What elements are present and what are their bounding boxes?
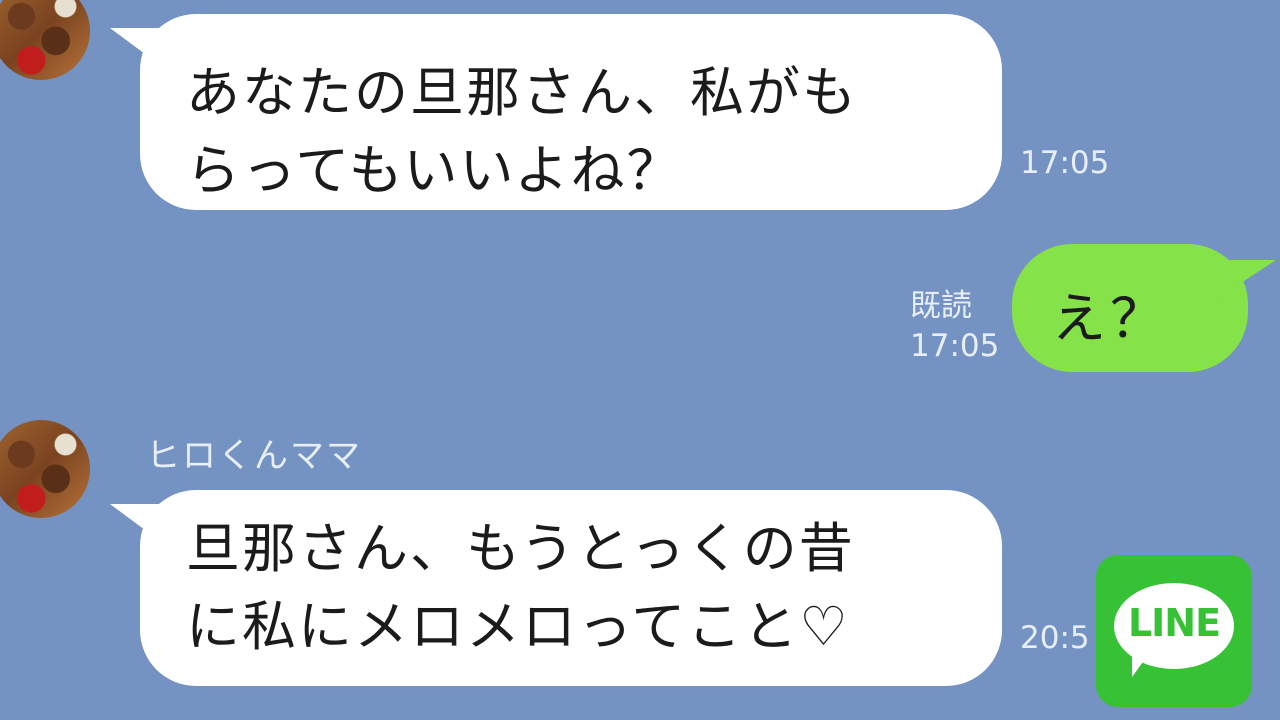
sender-name: ヒロくんママ bbox=[146, 436, 362, 476]
message-timestamp: 20:5 bbox=[1020, 620, 1090, 656]
message-timestamp: 17:05 bbox=[910, 328, 1000, 364]
read-label: 既読 bbox=[910, 288, 972, 324]
incoming-message-bubble[interactable]: 旦那さん、もうとっくの昔 に私にメロメロってこと♡ bbox=[110, 490, 1002, 686]
sender-avatar[interactable] bbox=[0, 420, 90, 518]
message-text: 旦那さん、もうとっくの昔 に私にメロメロってこと♡ bbox=[186, 517, 855, 658]
read-receipt: 既読 17:05 bbox=[910, 286, 999, 366]
bubble-tail bbox=[110, 28, 172, 74]
logo-wordmark: LINE bbox=[1127, 601, 1221, 645]
line-logo-icon: LINE bbox=[1096, 555, 1252, 707]
bubble-tail bbox=[1212, 260, 1276, 302]
message-text: え？ bbox=[1052, 287, 1168, 350]
bubble-tail bbox=[110, 504, 172, 550]
speech-cloud-tail bbox=[1132, 655, 1148, 677]
sender-avatar[interactable] bbox=[0, 0, 90, 80]
message-text: あなたの旦那さん、私がも らってもいいよね？ bbox=[186, 61, 858, 202]
outgoing-message-bubble[interactable]: え？ bbox=[1012, 244, 1276, 372]
message-timestamp: 17:05 bbox=[1020, 145, 1110, 181]
incoming-message-bubble[interactable]: あなたの旦那さん、私がも らってもいいよね？ bbox=[110, 14, 1002, 210]
